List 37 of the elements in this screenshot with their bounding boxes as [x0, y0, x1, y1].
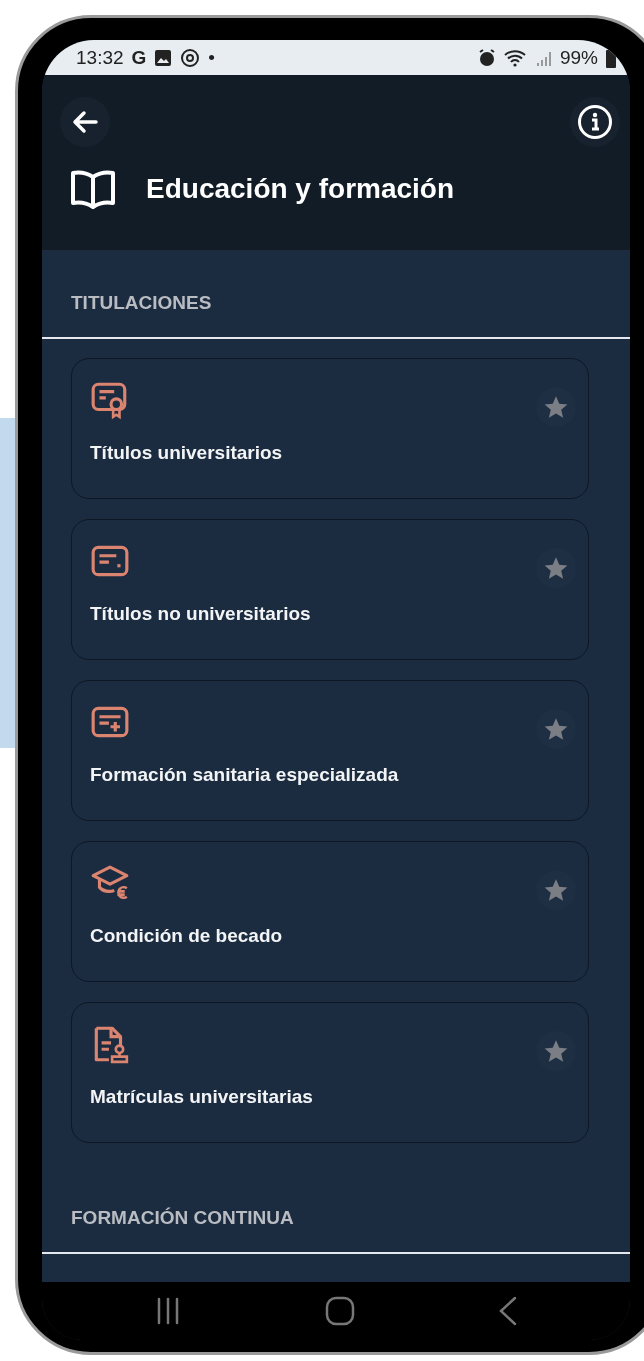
star-icon: [543, 877, 569, 903]
card-label: Títulos universitarios: [90, 442, 284, 464]
home-icon[interactable]: [325, 1296, 355, 1326]
category-card[interactable]: Formación sanitaria especializada: [71, 680, 589, 821]
category-card[interactable]: Títulos universitarios: [71, 358, 589, 499]
battery-icon: [606, 47, 616, 68]
info-icon: [577, 104, 613, 140]
section-heading: FORMACIÓN CONTINUA: [71, 1207, 294, 1229]
notification-letter: G: [131, 46, 147, 69]
book-icon: [70, 169, 116, 209]
star-icon: [543, 555, 569, 581]
favorite-button[interactable]: [536, 709, 576, 749]
card-label: Títulos no universitarios: [90, 603, 312, 625]
section-heading: TITULACIONES: [71, 292, 212, 314]
favorite-button[interactable]: [536, 387, 576, 427]
back-icon[interactable]: [498, 1296, 519, 1326]
favorite-button[interactable]: [536, 870, 576, 910]
card-label: Matrículas universitarias: [90, 1086, 314, 1108]
page-title: Educación y formación: [146, 173, 455, 205]
status-time: 13:32: [76, 46, 124, 69]
category-card[interactable]: Matrículas universitarias: [71, 1002, 589, 1143]
favorite-button[interactable]: [536, 548, 576, 588]
star-icon: [543, 394, 569, 420]
wifi-icon: [503, 48, 528, 67]
back-arrow-icon: [72, 110, 98, 134]
battery-percent: 99%: [559, 46, 598, 69]
notification-dot: •: [208, 46, 215, 69]
favorite-button[interactable]: [536, 1031, 576, 1071]
card-label: Condición de becado: [90, 925, 284, 947]
star-icon: [543, 716, 569, 742]
category-card[interactable]: Títulos no universitarios: [71, 519, 589, 660]
card-label: Formación sanitaria especializada: [90, 764, 400, 786]
sync-icon: [180, 47, 201, 68]
category-card[interactable]: Condición de becado: [71, 841, 589, 982]
image-icon: [154, 48, 173, 67]
alarm-icon: [477, 48, 496, 67]
star-icon: [543, 1038, 569, 1064]
